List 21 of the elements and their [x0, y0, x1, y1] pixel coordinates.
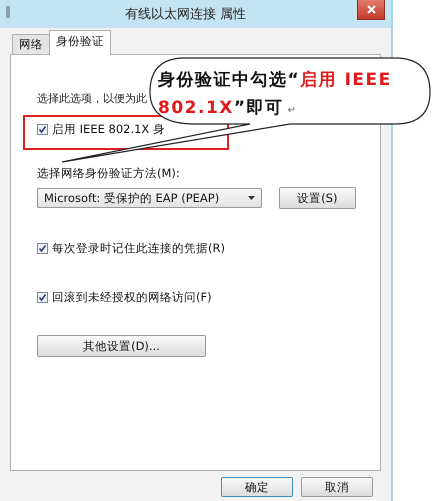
- settings-button[interactable]: 设置(S): [278, 187, 356, 209]
- description-text: 选择此选项，以便为此: [37, 91, 147, 107]
- checkbox-label: 启用 IEEE 802.1X 身: [52, 122, 165, 137]
- window-title: 有线以太网连接 属性: [124, 6, 248, 23]
- ok-button[interactable]: 确定: [221, 477, 293, 497]
- close-button[interactable]: [357, 0, 385, 20]
- checkbox[interactable]: [37, 292, 48, 303]
- close-icon: [366, 5, 376, 14]
- dropdown-arrow-icon: [248, 196, 255, 200]
- other-settings-button[interactable]: 其他设置(D)...: [37, 335, 206, 357]
- window-icon: [6, 6, 10, 18]
- checkbox-label: 回滚到未经授权的网络访问(F): [52, 290, 212, 305]
- tab[interactable]: 身份验证: [49, 30, 111, 55]
- checkbox-label: 每次登录时记住此连接的凭据(R): [52, 241, 225, 256]
- checkbox[interactable]: [37, 124, 48, 135]
- tab[interactable]: 网络: [12, 34, 50, 54]
- method-dropdown[interactable]: Microsoft: 受保护的 EAP (PEAP): [37, 188, 262, 208]
- checkbox[interactable]: [37, 243, 48, 254]
- cancel-button[interactable]: 取消: [301, 477, 373, 497]
- callout-text: 身份验证中勾选“启用 IEEE 802.1X”即可 ↵: [158, 69, 393, 120]
- method-label: 选择网络身份验证方法(M):: [37, 166, 181, 181]
